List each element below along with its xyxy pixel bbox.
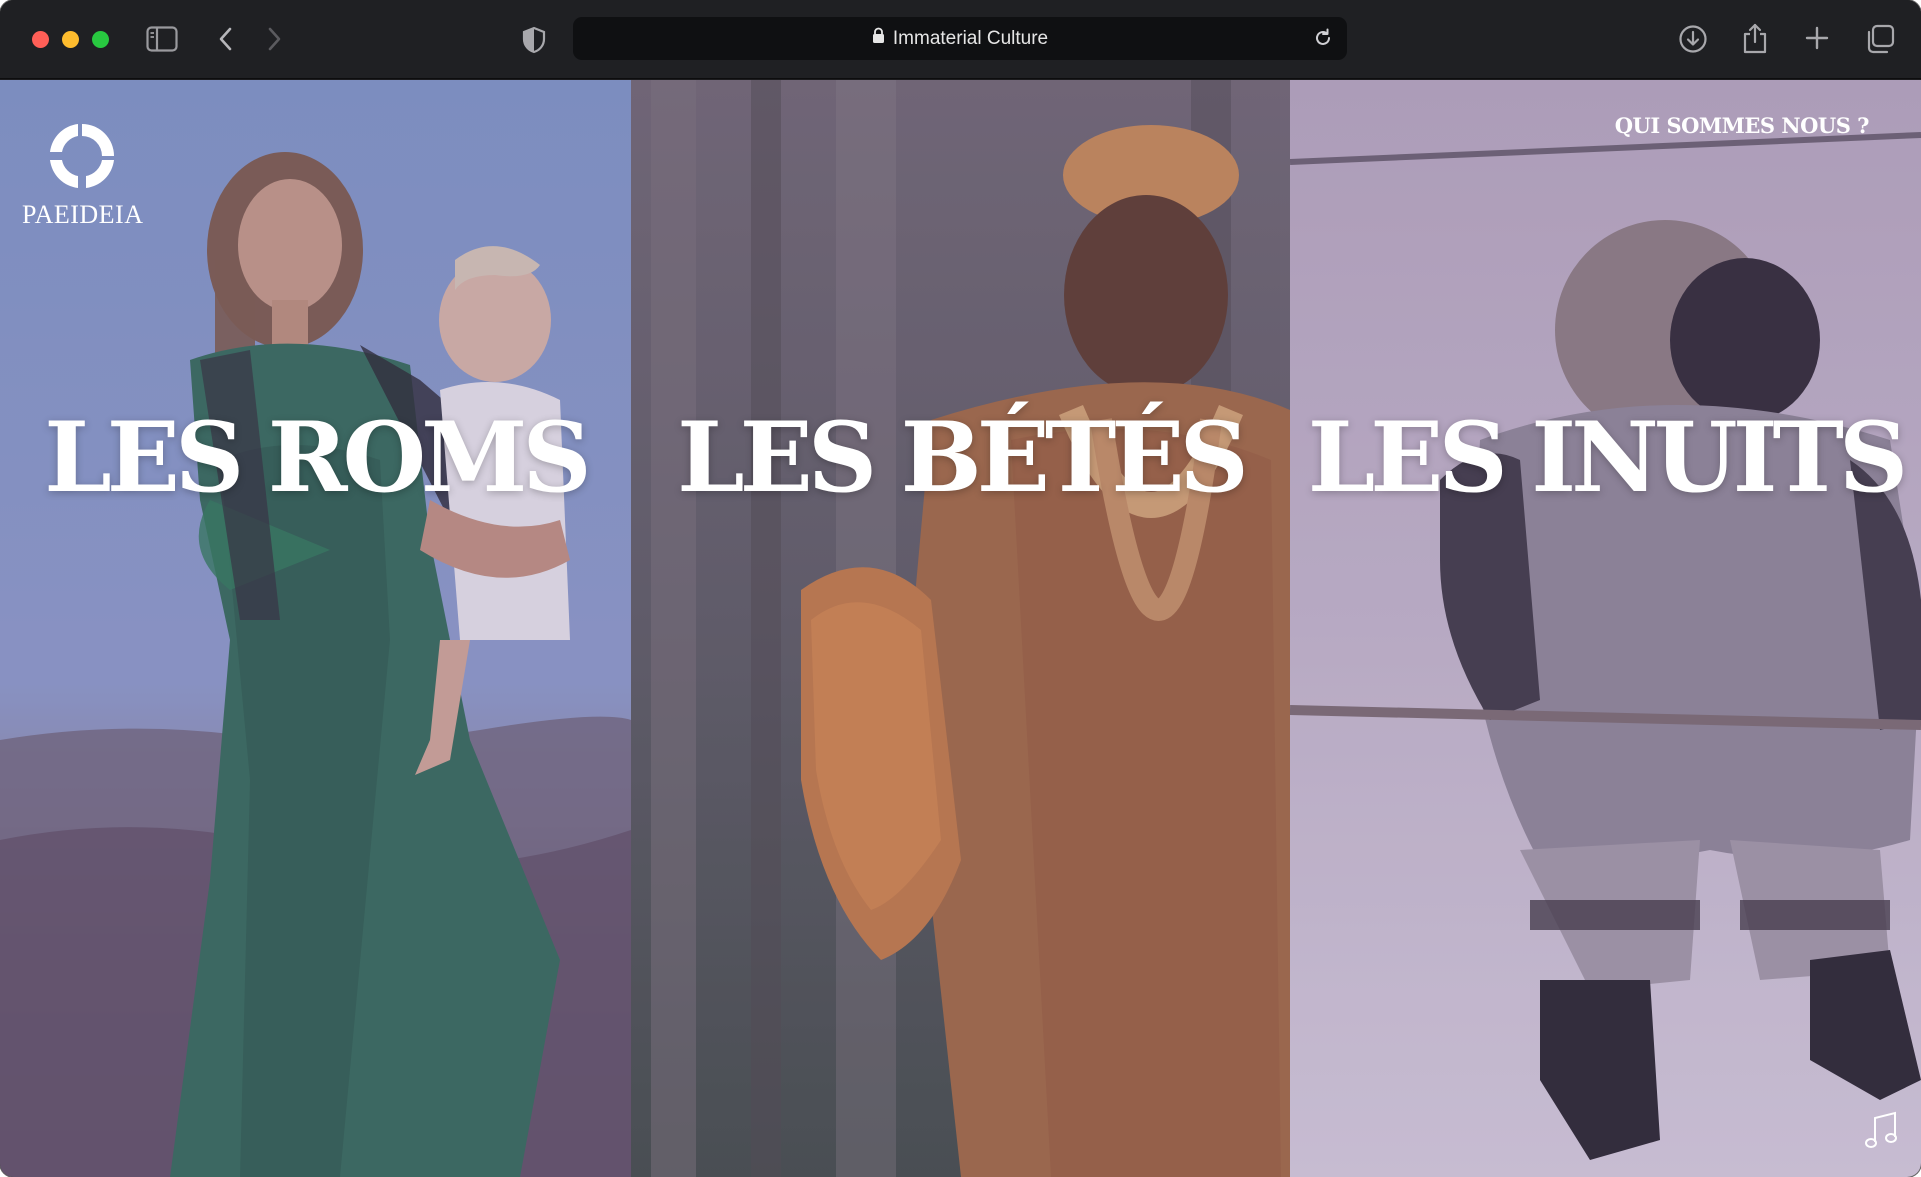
url-text: Immaterial Culture (892, 27, 1049, 49)
reload-icon[interactable] (1313, 28, 1333, 53)
minimize-window-button[interactable] (62, 31, 79, 48)
panel-title-roms[interactable]: LES ROMS (0, 410, 631, 506)
about-link[interactable]: QUI SOMMES NOUS ? (1615, 113, 1870, 138)
chevron-left-icon[interactable] (218, 27, 234, 51)
zoom-window-button[interactable] (92, 31, 109, 48)
share-icon[interactable] (1742, 22, 1768, 54)
roms-tint (0, 80, 631, 1177)
betes-tint (631, 80, 1290, 1177)
browser-window: Immaterial Culture PAEIDEIA LES ROMS LES… (0, 0, 1921, 1177)
inuits-tint (1290, 80, 1921, 1177)
sidebar-icon[interactable] (146, 26, 178, 52)
tabs-overview-icon[interactable] (1865, 24, 1895, 54)
close-window-button[interactable] (32, 31, 49, 48)
panel-betes[interactable]: LES BÉTÉS (631, 80, 1290, 1177)
web-page: PAEIDEIA LES ROMS LES BÉTÉS QUI SOMMES N… (0, 80, 1921, 1177)
music-note-icon[interactable] (1863, 1110, 1899, 1155)
panel-roms[interactable]: PAEIDEIA LES ROMS (0, 80, 631, 1177)
address-bar[interactable]: Immaterial Culture (573, 17, 1347, 60)
plus-icon[interactable] (1805, 26, 1829, 50)
panel-inuits[interactable]: QUI SOMMES NOUS ? LES INUITS (1290, 80, 1921, 1177)
browser-toolbar: Immaterial Culture (0, 0, 1921, 79)
logo-icon (50, 124, 114, 188)
site-logo[interactable]: PAEIDEIA (22, 118, 144, 230)
shield-icon[interactable] (522, 26, 546, 54)
panel-title-betes[interactable]: LES BÉTÉS (631, 410, 1290, 506)
chevron-right-icon[interactable] (266, 27, 282, 51)
download-icon[interactable] (1678, 24, 1708, 54)
lock-icon (872, 27, 885, 50)
logo-text: PAEIDEIA (22, 200, 144, 229)
panel-title-inuits[interactable]: LES INUITS (1290, 410, 1921, 506)
